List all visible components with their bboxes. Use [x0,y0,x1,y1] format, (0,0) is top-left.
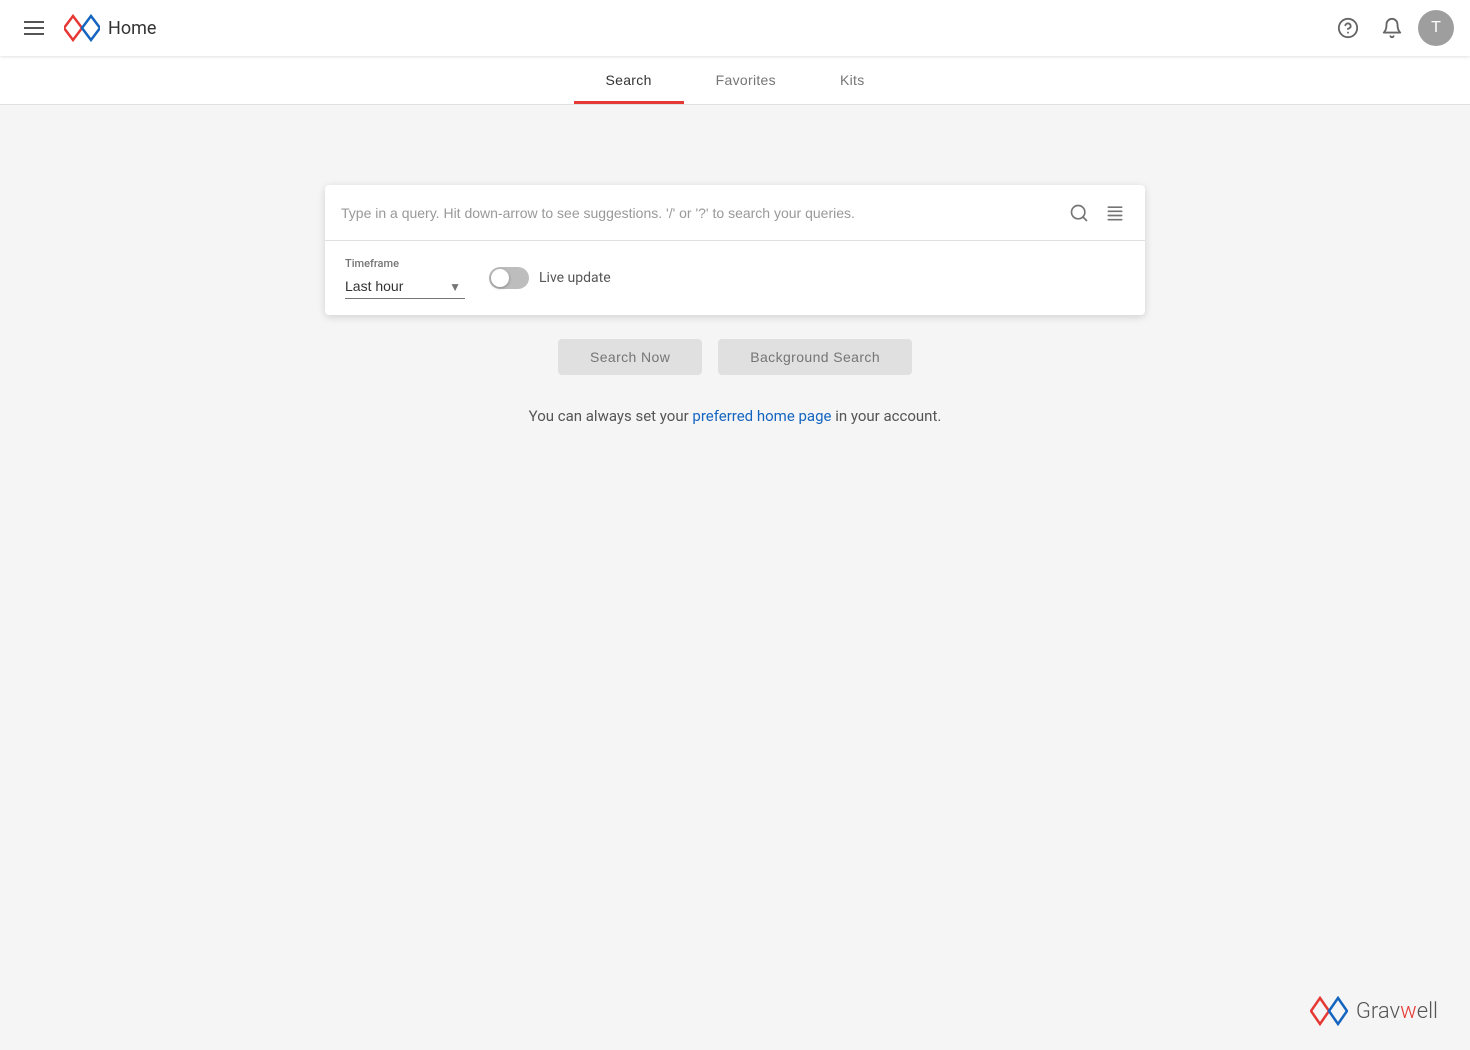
search-submit-button[interactable] [1065,199,1093,227]
info-text: You can always set your preferred home p… [529,407,942,425]
hamburger-menu-button[interactable] [16,10,52,46]
search-now-button[interactable]: Search Now [558,339,702,375]
gravwell-logo-icon [64,14,100,42]
tab-favorites[interactable]: Favorites [684,56,808,104]
search-query-input[interactable] [341,185,1065,240]
info-text-after: in your account. [831,407,941,425]
gravwell-branding-logo-icon [1310,996,1348,1026]
live-update-toggle[interactable] [489,267,529,289]
nav-right: T [1330,10,1454,46]
avatar-button[interactable]: T [1418,10,1454,46]
action-buttons: Search Now Background Search [558,339,912,375]
timeframe-wrapper: Last hour Last 24 hours Last 7 days Last… [345,274,465,299]
search-input-icons [1065,199,1129,227]
search-card: Timeframe Last hour Last 24 hours Last 7… [325,185,1145,315]
live-update-label: Live update [539,270,611,286]
tab-bar: Search Favorites Kits [0,56,1470,105]
saved-queries-button[interactable] [1101,199,1129,227]
help-button[interactable] [1330,10,1366,46]
logo-container: Home [64,14,156,42]
tab-kits[interactable]: Kits [808,56,897,104]
timeframe-select[interactable]: Last hour Last 24 hours Last 7 days Last… [345,274,465,299]
branding: Gravwell [1310,996,1438,1026]
tab-search[interactable]: Search [574,56,684,104]
nav-title: Home [108,18,156,39]
list-icon [1105,203,1125,223]
main-content: Timeframe Last hour Last 24 hours Last 7… [0,105,1470,425]
search-icon [1069,203,1089,223]
nav-left: Home [16,10,156,46]
bell-icon [1381,17,1403,39]
live-update-group: Live update [489,267,611,289]
help-icon [1337,17,1359,39]
search-options-row: Timeframe Last hour Last 24 hours Last 7… [325,241,1145,315]
preferred-home-page-link[interactable]: preferred home page [692,407,831,425]
search-input-row [325,185,1145,241]
timeframe-group: Timeframe Last hour Last 24 hours Last 7… [345,257,465,299]
branding-label: Gravwell [1356,999,1438,1024]
background-search-button[interactable]: Background Search [718,339,912,375]
notifications-button[interactable] [1374,10,1410,46]
toggle-slider [489,267,529,289]
timeframe-label: Timeframe [345,257,465,270]
info-text-before: You can always set your [529,407,693,425]
branding-highlight: w [1400,999,1417,1024]
navbar: Home T [0,0,1470,56]
